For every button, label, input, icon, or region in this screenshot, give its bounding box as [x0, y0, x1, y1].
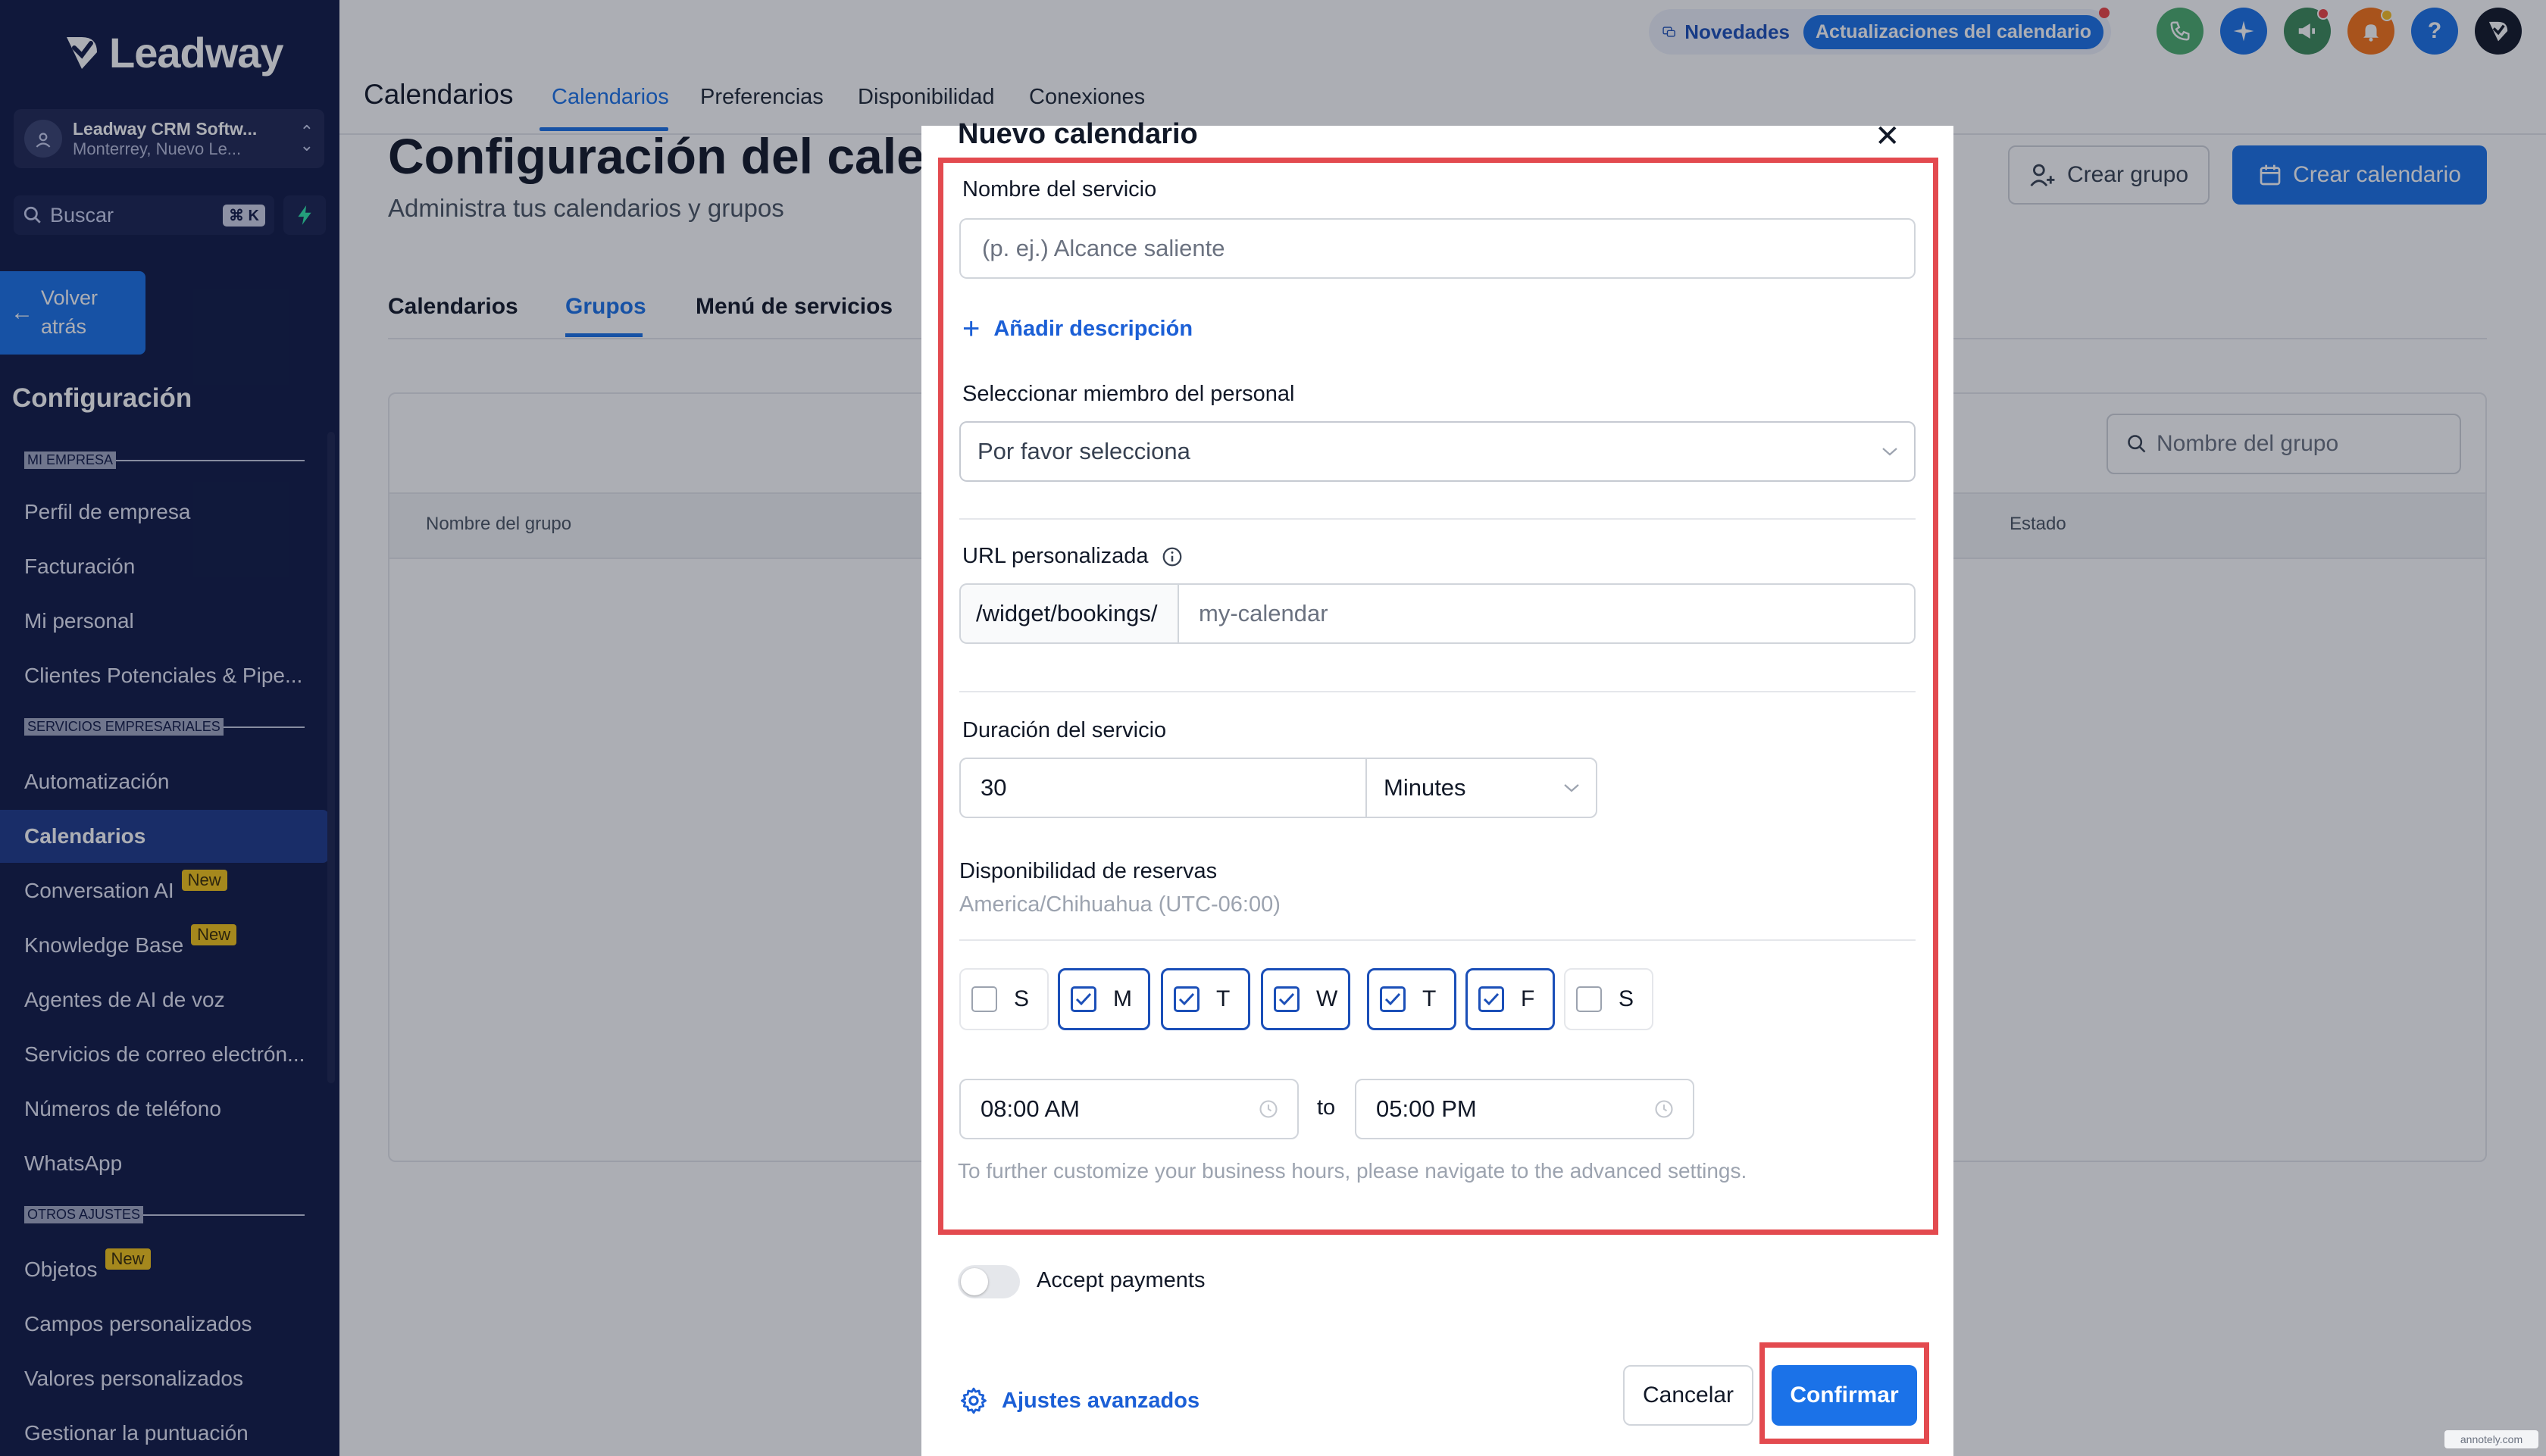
advanced-settings-link[interactable]: Ajustes avanzados [959, 1386, 1199, 1415]
highlight-box-confirm [1759, 1342, 1929, 1444]
accept-payments-label: Accept payments [1037, 1268, 1206, 1292]
advanced-settings-label: Ajustes avanzados [1002, 1388, 1200, 1413]
highlight-box-form [938, 158, 1938, 1235]
cancel-button[interactable]: Cancelar [1623, 1365, 1753, 1426]
gear-icon [961, 1387, 987, 1414]
modal-title: Nuevo calendario [958, 118, 1198, 150]
toggle-knob [961, 1268, 988, 1295]
close-icon[interactable]: ✕ [1875, 121, 1900, 152]
watermark: annotely.com [2444, 1430, 2538, 1448]
